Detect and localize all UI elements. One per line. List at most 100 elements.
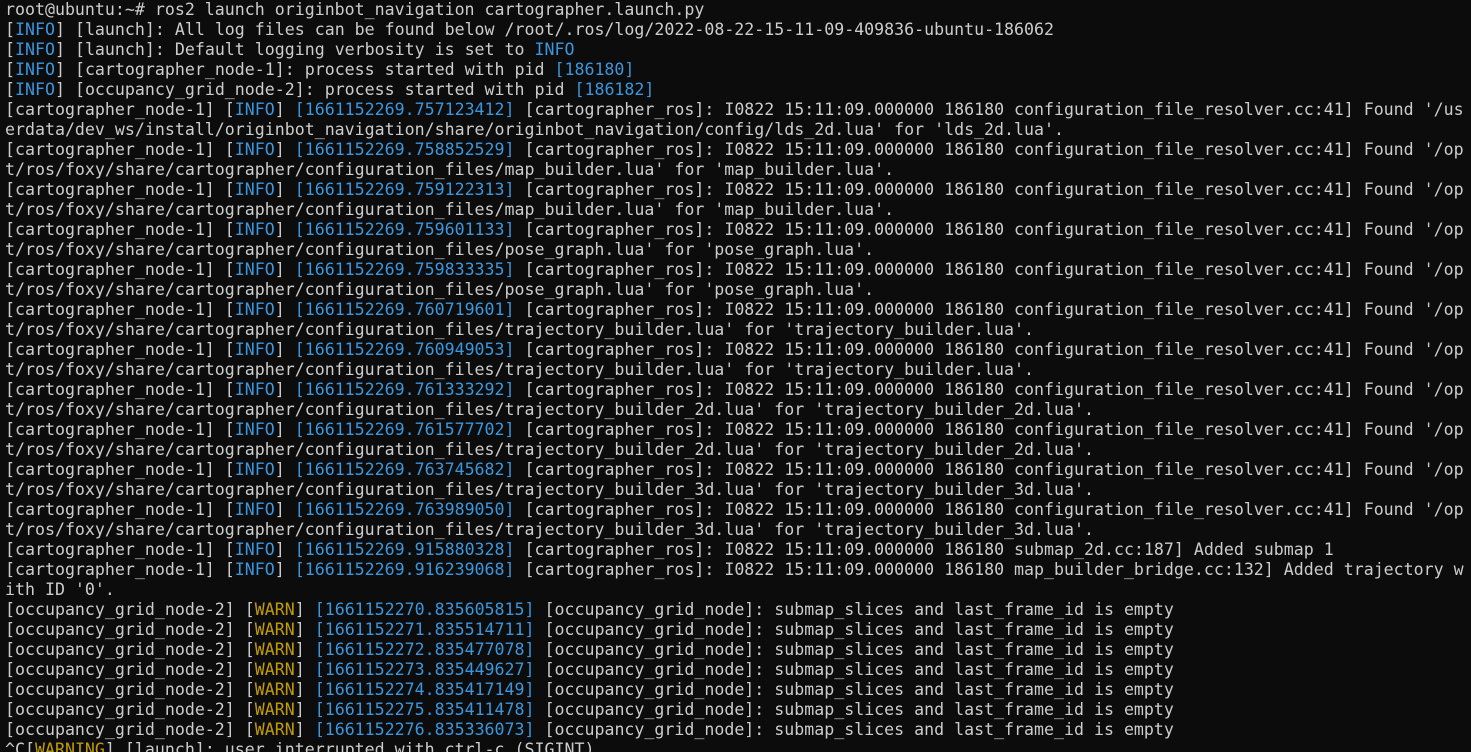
log-timestamp: [1661152269.915880328] xyxy=(294,540,515,559)
log-text: [occupancy_grid_node-2] [ xyxy=(5,720,255,739)
log-text: ] xyxy=(274,420,295,439)
log-line: [INFO] [launch]: All log files can be fo… xyxy=(5,20,1471,40)
log-line: [occupancy_grid_node-2] [WARN] [16611522… xyxy=(5,640,1471,660)
log-level-info: INFO xyxy=(234,540,275,559)
log-line: t/ros/foxy/share/cartographer/configurat… xyxy=(5,160,1471,180)
log-text: [cartographer_ros]: I0822 15:11:09.00000… xyxy=(514,380,1464,399)
log-line: [occupancy_grid_node-2] [WARN] [16611522… xyxy=(5,660,1471,680)
log-text: [cartographer_node-1] [ xyxy=(5,260,235,279)
log-level-info: INFO xyxy=(234,260,275,279)
log-line: [INFO] [cartographer_node-1]: process st… xyxy=(5,60,1471,80)
log-line: ith ID '0'. xyxy=(5,580,1471,600)
log-timestamp: [1661152269.760719601] xyxy=(294,300,515,319)
log-text: t/ros/foxy/share/cartographer/configurat… xyxy=(5,240,875,259)
log-line: [cartographer_node-1] [INFO] [1661152269… xyxy=(5,560,1471,580)
log-text: ] xyxy=(294,680,315,699)
log-text: ] xyxy=(274,340,295,359)
log-text: [cartographer_node-1] [ xyxy=(5,340,235,359)
log-level-info: INFO xyxy=(234,220,275,239)
log-line: [cartographer_node-1] [INFO] [1661152269… xyxy=(5,300,1471,320)
log-text: t/ros/foxy/share/cartographer/configurat… xyxy=(5,200,895,219)
log-text: [occupancy_grid_node-2] [ xyxy=(5,620,255,639)
log-line: t/ros/foxy/share/cartographer/configurat… xyxy=(5,440,1471,460)
log-line: [cartographer_node-1] [INFO] [1661152269… xyxy=(5,380,1471,400)
log-text: [cartographer_node-1] [ xyxy=(5,100,235,119)
log-line: [cartographer_node-1] [INFO] [1661152269… xyxy=(5,500,1471,520)
log-line: [cartographer_node-1] [INFO] [1661152269… xyxy=(5,340,1471,360)
log-text: [cartographer_node-1] [ xyxy=(5,460,235,479)
log-timestamp: [1661152274.835417149] xyxy=(314,680,535,699)
log-text: [occupancy_grid_node]: submap_slices and… xyxy=(534,680,1174,699)
log-timestamp: [1661152269.916239068] xyxy=(294,560,515,579)
log-line: ^C[WARNING] [launch]: user interrupted w… xyxy=(5,740,1471,752)
log-text: [cartographer_ros]: I0822 15:11:09.00000… xyxy=(514,220,1464,239)
log-text: [cartographer_ros]: I0822 15:11:09.00000… xyxy=(514,260,1464,279)
log-text: [occupancy_grid_node]: submap_slices and… xyxy=(534,660,1174,679)
log-text: [cartographer_ros]: I0822 15:11:09.00000… xyxy=(514,500,1464,519)
log-level-info: INFO xyxy=(234,300,275,319)
log-text: ] [launch]: user interrupted with ctrl-c… xyxy=(104,740,595,752)
log-text: [occupancy_grid_node]: submap_slices and… xyxy=(534,700,1174,719)
log-level-info: INFO xyxy=(534,40,575,59)
log-line: t/ros/foxy/share/cartographer/configurat… xyxy=(5,400,1471,420)
log-line: [cartographer_node-1] [INFO] [1661152269… xyxy=(5,540,1471,560)
log-text: t/ros/foxy/share/cartographer/configurat… xyxy=(5,320,1034,339)
log-text: t/ros/foxy/share/cartographer/configurat… xyxy=(5,520,1094,539)
log-line: t/ros/foxy/share/cartographer/configurat… xyxy=(5,280,1471,300)
log-level-info: INFO xyxy=(15,60,55,79)
log-timestamp: [1661152269.763745682] xyxy=(294,460,515,479)
log-text: [occupancy_grid_node]: submap_slices and… xyxy=(534,600,1174,619)
log-text: ] xyxy=(274,460,295,479)
log-line: [occupancy_grid_node-2] [WARN] [16611522… xyxy=(5,720,1471,740)
log-level-info: INFO xyxy=(15,20,55,39)
log-level-info: INFO xyxy=(234,180,275,199)
log-text: [cartographer_ros]: I0822 15:11:09.00000… xyxy=(514,300,1464,319)
log-line: [ INFO] [launch]: Default logging verbosi… xyxy=(5,40,1471,60)
log-text: t/ros/foxy/share/cartographer/configurat… xyxy=(5,440,1094,459)
command-prompt-line: root@ubuntu:~# ros2 launch originbot_nav… xyxy=(5,0,1471,20)
log-text: [occupancy_grid_node-2] [ xyxy=(5,640,255,659)
log-text: [cartographer_ros]: I0822 15:11:09.00000… xyxy=(514,540,1334,559)
log-timestamp: [1661152275.835411478] xyxy=(314,700,535,719)
log-timestamp: [1661152271.835514711] xyxy=(314,620,535,639)
log-text: t/ros/foxy/share/cartographer/configurat… xyxy=(5,360,1034,379)
log-timestamp: [1661152276.835336073] xyxy=(314,720,535,739)
log-text: [cartographer_ros]: I0822 15:11:09.00000… xyxy=(514,420,1464,439)
log-timestamp: [1661152269.757123412] xyxy=(294,100,515,119)
log-level-warn: WARN xyxy=(254,720,295,739)
log-text: [occupancy_grid_node-2] [ xyxy=(5,600,255,619)
log-timestamp: [1661152269.759833335] xyxy=(294,260,515,279)
log-line: erdata/dev_ws/install/originbot_navigati… xyxy=(5,120,1471,140)
log-level-warn: WARN xyxy=(254,600,295,619)
log-line: t/ros/foxy/share/cartographer/configurat… xyxy=(5,520,1471,540)
log-text: [cartographer_node-1] [ xyxy=(5,300,235,319)
log-level-warn: WARN xyxy=(254,660,295,679)
log-text: ] xyxy=(294,600,315,619)
log-text: ] xyxy=(274,540,295,559)
log-text: ] [cartographer_node-1]: process started… xyxy=(54,60,555,79)
log-line: [occupancy_grid_node-2] [WARN] [16611522… xyxy=(5,680,1471,700)
log-level-warn: WARN xyxy=(254,700,295,719)
log-text: ] xyxy=(274,220,295,239)
log-text: ] [launch]: Default logging verbosity is… xyxy=(54,40,535,59)
log-line: t/ros/foxy/share/cartographer/configurat… xyxy=(5,200,1471,220)
log-text: ] xyxy=(294,620,315,639)
log-text: [cartographer_ros]: I0822 15:11:09.00000… xyxy=(514,140,1464,159)
log-line: [cartographer_node-1] [INFO] [1661152269… xyxy=(5,220,1471,240)
log-text: ] xyxy=(274,140,295,159)
log-timestamp: [1661152273.835449627] xyxy=(314,660,535,679)
log-text: [ xyxy=(5,40,15,59)
log-level-info: INFO xyxy=(234,380,275,399)
log-text: ] [launch]: All log files can be found b… xyxy=(54,20,1054,39)
log-text: ] xyxy=(294,660,315,679)
log-text: ] xyxy=(274,260,295,279)
log-level-info: INFO xyxy=(234,340,275,359)
log-line: [cartographer_node-1] [INFO] [1661152269… xyxy=(5,460,1471,480)
log-timestamp: [1661152272.835477078] xyxy=(314,640,535,659)
log-text: [cartographer_node-1] [ xyxy=(5,140,235,159)
terminal-window[interactable]: root@ubuntu:~# ros2 launch originbot_nav… xyxy=(0,0,1471,752)
log-level-info: INFO xyxy=(234,140,275,159)
log-text: ith ID '0'. xyxy=(5,580,115,599)
log-text: [occupancy_grid_node]: submap_slices and… xyxy=(534,720,1174,739)
log-pid: [186180] xyxy=(554,60,635,79)
